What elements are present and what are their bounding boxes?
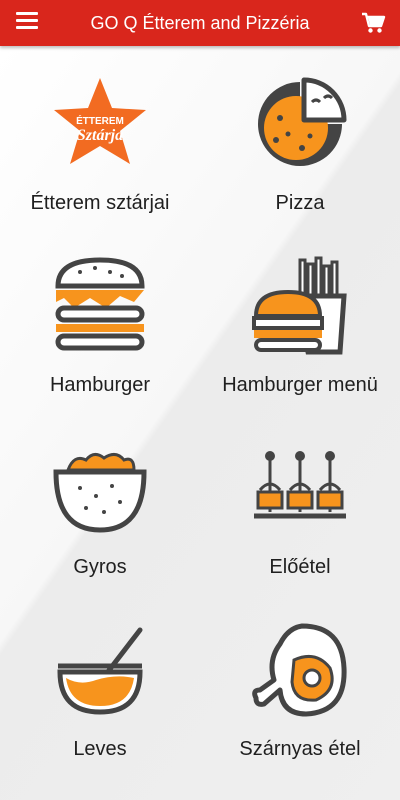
hamburger-icon <box>55 257 145 351</box>
category-label: Előétel <box>269 556 331 578</box>
soup-bowl-icon <box>57 627 143 715</box>
category-etterem-sztarjai[interactable]: ÉTTEREM Sztárja Étterem sztárjai <box>0 46 200 228</box>
category-hamburger-menu[interactable]: Hamburger menü <box>200 228 400 410</box>
category-label: Étterem sztárjai <box>30 192 170 214</box>
category-grid: ÉTTEREM Sztárja Étterem sztárjai Pizza H… <box>0 46 400 800</box>
category-hamburger[interactable]: Hamburger <box>0 228 200 410</box>
gyros-bowl-icon <box>53 453 147 533</box>
category-gyros[interactable]: Gyros <box>0 410 200 592</box>
star-badge-icon: ÉTTEREM Sztárja <box>54 78 146 164</box>
skewer-appetizer-icon <box>254 451 346 519</box>
shopping-cart-icon[interactable] <box>360 10 386 36</box>
app-bar: GO Q Étterem and Pizzéria <box>0 0 400 46</box>
category-eloetel[interactable]: Előétel <box>200 410 400 592</box>
burger-menu-icon <box>252 256 347 355</box>
app-title: GO Q Étterem and Pizzéria <box>90 13 310 33</box>
svg-text:ÉTTEREM: ÉTTEREM <box>76 114 124 127</box>
category-szarnyas-etel[interactable]: Szárnyas étel <box>200 592 400 774</box>
category-label: Leves <box>73 738 127 760</box>
category-label: Gyros <box>73 556 127 578</box>
chicken-leg-icon <box>252 623 347 717</box>
category-label: Hamburger <box>49 374 151 396</box>
hamburger-menu-icon[interactable] <box>16 12 38 34</box>
category-pizza[interactable]: Pizza <box>200 46 400 228</box>
category-label: Szárnyas étel <box>239 738 361 760</box>
pizza-icon <box>258 77 347 166</box>
category-label: Pizza <box>275 192 325 214</box>
svg-text:Sztárja: Sztárja <box>77 127 123 144</box>
category-leves[interactable]: Leves <box>0 592 200 774</box>
category-label: Hamburger menü <box>222 374 378 396</box>
